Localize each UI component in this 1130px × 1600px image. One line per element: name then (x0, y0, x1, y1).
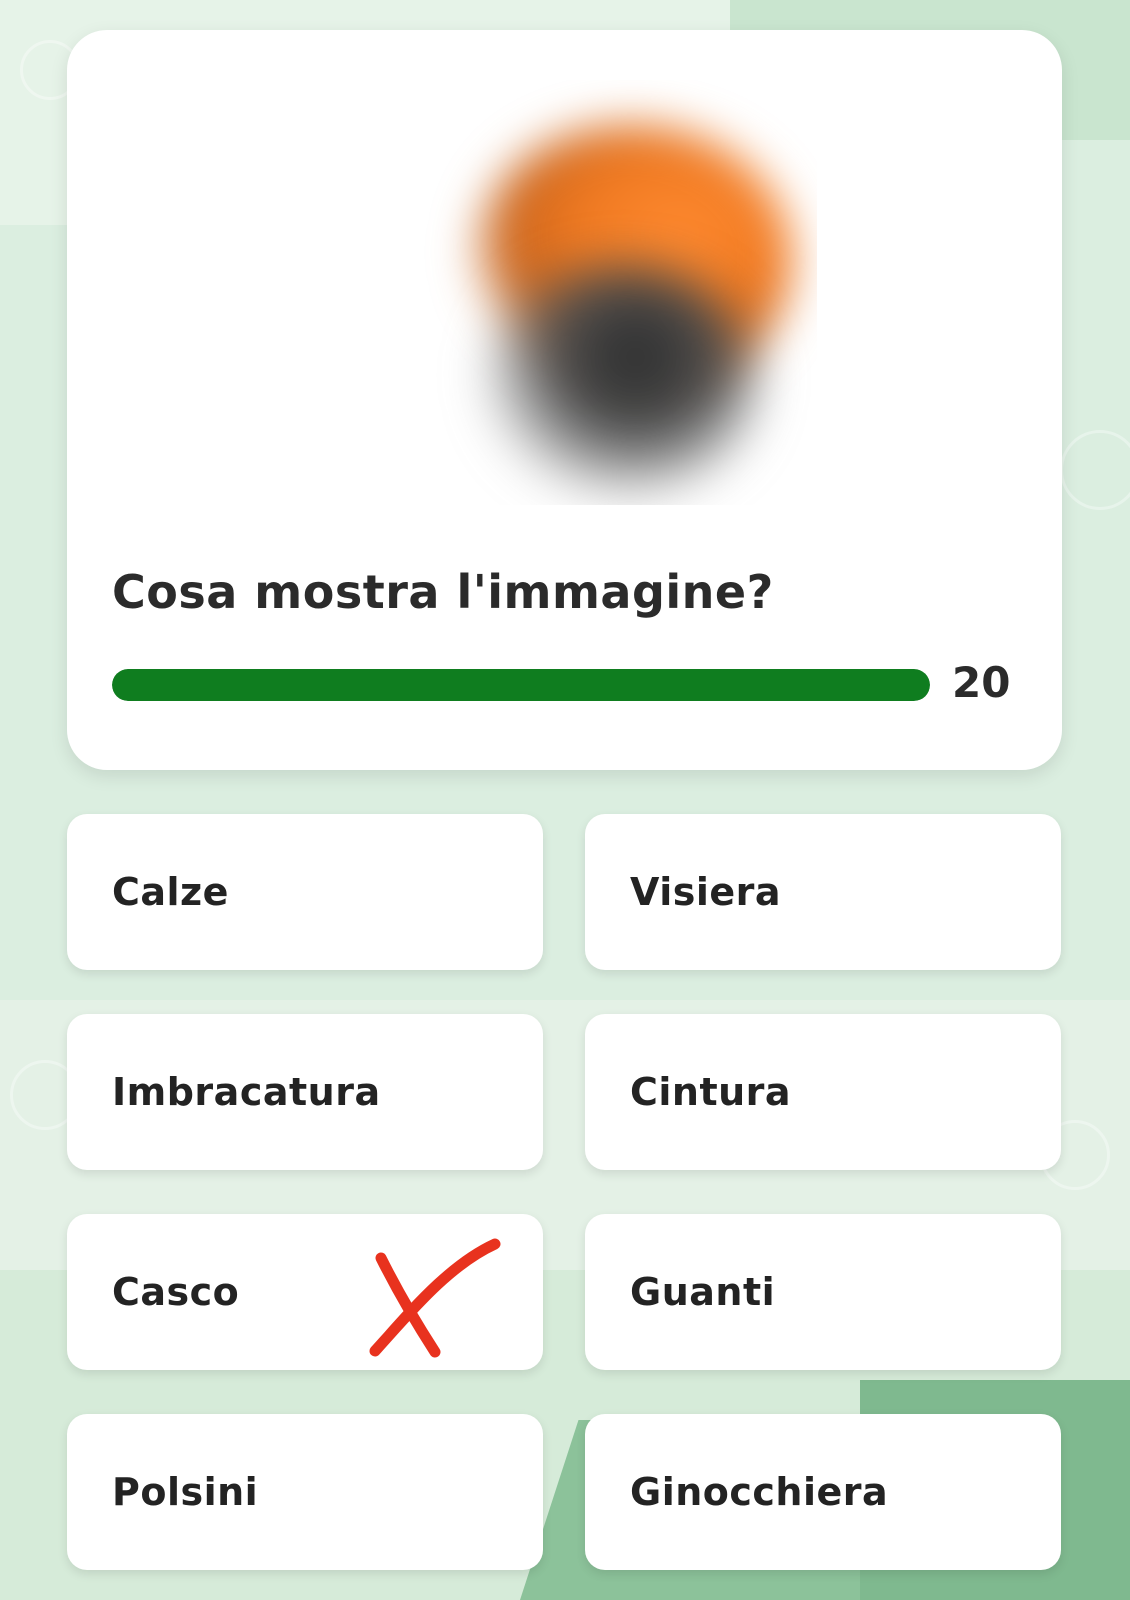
answer-label: Ginocchiera (630, 1470, 889, 1514)
timer-progress-bar (112, 669, 930, 701)
answer-label: Polsini (112, 1470, 259, 1514)
timer-progress-fill (112, 669, 930, 701)
answer-label: Casco (112, 1270, 240, 1314)
answer-label: Imbracatura (112, 1070, 381, 1114)
answer-label: Cintura (630, 1070, 792, 1114)
answer-option-imbracatura[interactable]: Imbracatura (67, 1014, 543, 1170)
answer-option-calze[interactable]: Calze (67, 814, 543, 970)
answer-option-cintura[interactable]: Cintura (585, 1014, 1061, 1170)
answer-label: Visiera (630, 870, 782, 914)
timer-count: 20 (952, 658, 1011, 707)
answer-option-visiera[interactable]: Visiera (585, 814, 1061, 970)
question-image (397, 80, 817, 505)
answer-option-casco[interactable]: Casco (67, 1214, 543, 1370)
answer-option-guanti[interactable]: Guanti (585, 1214, 1061, 1370)
x-mark-icon (369, 1238, 501, 1358)
answer-option-ginocchiera[interactable]: Ginocchiera (585, 1414, 1061, 1570)
answer-label: Calze (112, 870, 229, 914)
question-card: Cosa mostra l'immagine? 20 (67, 30, 1062, 770)
answer-option-polsini[interactable]: Polsini (67, 1414, 543, 1570)
question-text: Cosa mostra l'immagine? (112, 565, 774, 619)
answer-label: Guanti (630, 1270, 776, 1314)
